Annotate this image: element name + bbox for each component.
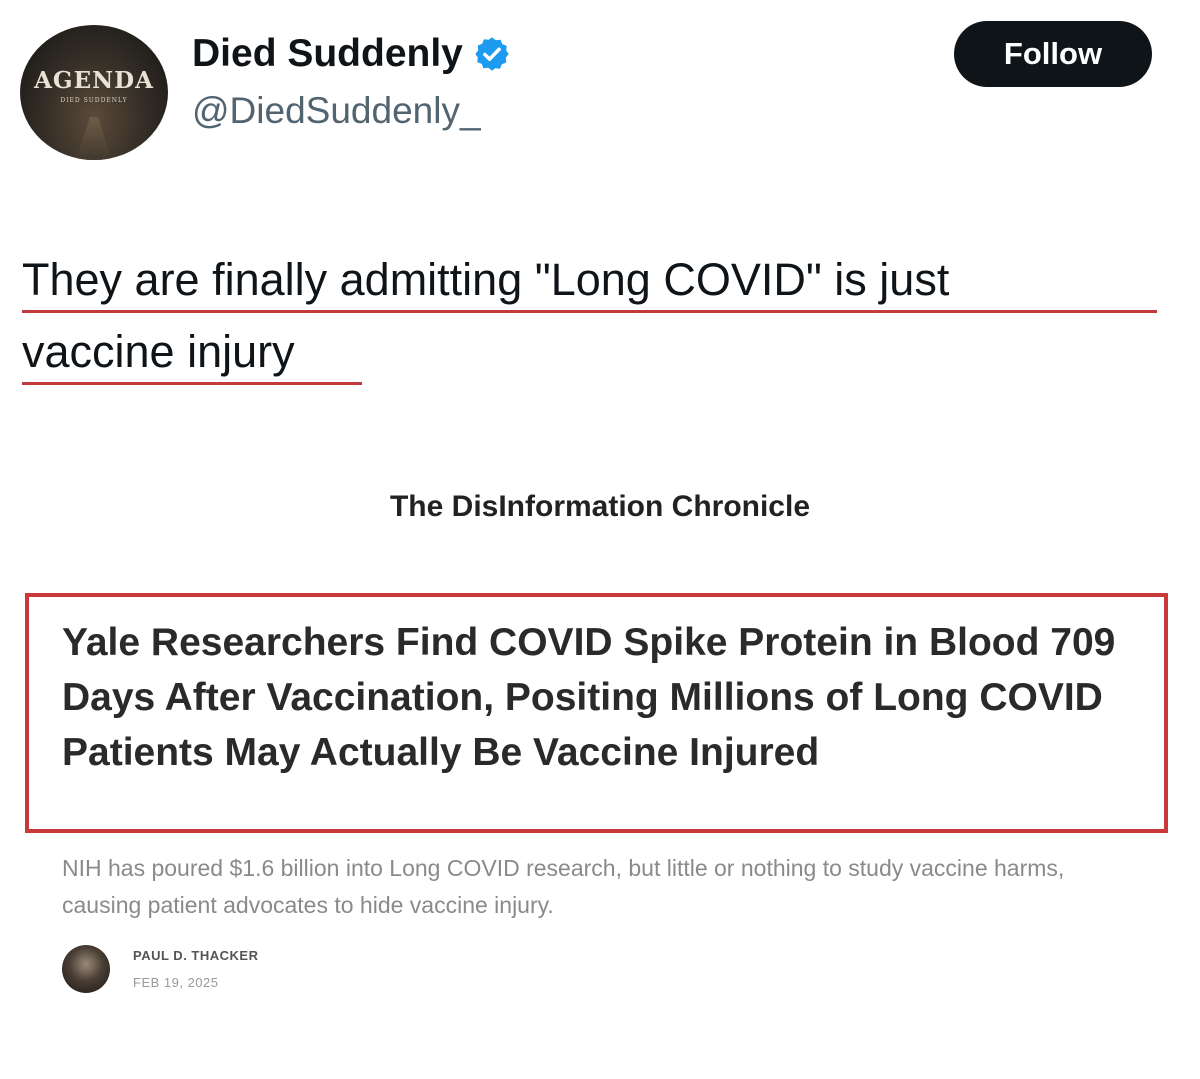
- tweet-text: They are finally admitting "Long COVID" …: [22, 244, 1157, 388]
- red-underline: [22, 310, 1157, 313]
- publication-name[interactable]: The DisInformation Chronicle: [0, 490, 1200, 524]
- tweet-line-1-text: They are finally admitting "Long COVID" …: [22, 254, 950, 305]
- publish-date: FEB 19, 2025: [133, 975, 219, 990]
- article-summary: NIH has poured $1.6 billion into Long CO…: [62, 855, 1065, 918]
- display-name-text: Died Suddenly: [192, 32, 463, 75]
- follow-button[interactable]: Follow: [954, 21, 1152, 87]
- display-name[interactable]: Died Suddenly: [192, 32, 511, 76]
- article-headline[interactable]: Yale Researchers Find COVID Spike Protei…: [62, 615, 1152, 780]
- author-name[interactable]: PAUL D. THACKER: [133, 948, 258, 963]
- profile-avatar[interactable]: AGENDA DIED SUDDENLY: [20, 25, 168, 160]
- tweet-line-2: vaccine injury: [22, 316, 949, 388]
- author-avatar[interactable]: [62, 945, 110, 993]
- tweet-line-2-text: vaccine injury: [22, 326, 295, 377]
- red-underline: [22, 382, 362, 385]
- avatar-road-graphic: [74, 117, 114, 160]
- verified-badge-icon: [475, 37, 509, 71]
- user-handle[interactable]: @DiedSuddenly_: [192, 90, 481, 132]
- avatar-title: AGENDA: [34, 67, 154, 94]
- avatar-subtitle: DIED SUDDENLY: [60, 97, 128, 104]
- tweet-line-1: They are finally admitting "Long COVID" …: [22, 244, 1157, 316]
